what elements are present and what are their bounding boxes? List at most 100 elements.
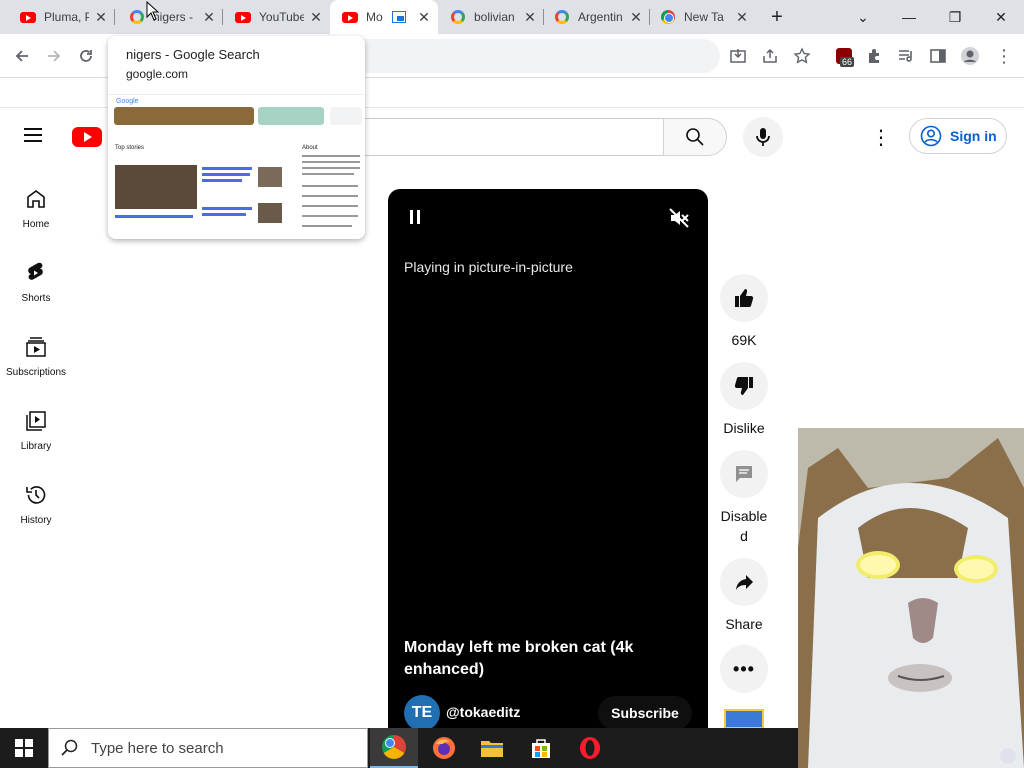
- thumbs-up-icon: [735, 289, 754, 307]
- taskbar-search-box[interactable]: Type here to search: [48, 728, 368, 768]
- browser-tab[interactable]: nigers - ✕: [115, 0, 223, 34]
- share-button[interactable]: [720, 558, 768, 606]
- like-count: 69K: [731, 332, 757, 348]
- chrome-icon: [382, 735, 406, 759]
- browser-tab[interactable]: bolivian ✕: [438, 0, 544, 34]
- youtube-logo[interactable]: [72, 125, 112, 149]
- thumb-google-logo: Google: [116, 98, 139, 105]
- taskbar-chrome[interactable]: [370, 728, 418, 768]
- muted-speaker-icon: [669, 208, 689, 228]
- opera-icon: [580, 737, 600, 759]
- install-app-button[interactable]: [724, 42, 752, 70]
- taskbar-firefox[interactable]: [420, 728, 468, 768]
- side-panel-button[interactable]: [924, 42, 952, 70]
- horizontal-dots-icon: •••: [733, 658, 755, 679]
- hover-card-title: nigers - Google Search: [126, 47, 260, 62]
- more-actions: •••: [720, 645, 768, 693]
- tab-search-button[interactable]: ⌄: [840, 0, 886, 34]
- share-action: Share: [720, 558, 768, 634]
- guide-item-library[interactable]: Library: [0, 405, 72, 469]
- browser-tab[interactable]: Pluma, P ✕: [0, 0, 115, 34]
- comments-button[interactable]: [720, 450, 768, 498]
- share-label: Share: [725, 616, 763, 632]
- thumbs-down-icon: [734, 377, 753, 395]
- browser-tab-active[interactable]: Mo ✕: [330, 0, 438, 34]
- chrome-menu-button[interactable]: ⋮: [990, 42, 1018, 70]
- taskbar-search-placeholder: Type here to search: [91, 739, 224, 757]
- guide-item-subscriptions[interactable]: Subscriptions: [0, 331, 72, 395]
- subscribe-button[interactable]: Subscribe: [598, 696, 692, 729]
- new-tab-button[interactable]: +: [760, 0, 794, 34]
- bookmark-star-button[interactable]: [788, 42, 816, 70]
- history-icon: [26, 486, 46, 504]
- google-favicon-icon: [129, 9, 145, 25]
- tab-title: New Ta: [684, 10, 724, 24]
- profile-button[interactable]: [956, 42, 984, 70]
- extensions-menu-button[interactable]: [860, 42, 888, 70]
- shorts-player[interactable]: Playing in picture-in-picture Monday lef…: [388, 189, 708, 729]
- short-title[interactable]: Monday left me broken cat (4k enhanced): [404, 637, 694, 681]
- voice-search-button[interactable]: [743, 117, 783, 157]
- sign-in-button[interactable]: Sign in: [909, 118, 1007, 154]
- cat-video-frame: [798, 428, 1024, 768]
- more-actions-button[interactable]: •••: [720, 645, 768, 693]
- dislike-button[interactable]: [720, 362, 768, 410]
- guide-label: Library: [20, 441, 52, 452]
- sound-thumbnail[interactable]: [724, 709, 764, 729]
- reload-button[interactable]: [72, 42, 100, 70]
- tab-close-icon[interactable]: ✕: [628, 9, 644, 25]
- share-page-icon: [763, 48, 777, 63]
- search-icon: [61, 739, 78, 756]
- browser-tab[interactable]: YouTube ✕: [223, 0, 330, 34]
- back-arrow-icon: [15, 50, 28, 62]
- restore-button[interactable]: ❐: [932, 0, 978, 34]
- firefox-icon: [433, 737, 455, 759]
- search-button[interactable]: [663, 118, 727, 156]
- media-control-button[interactable]: [892, 42, 920, 70]
- picture-in-picture-window[interactable]: [798, 428, 1024, 768]
- share-page-button[interactable]: [756, 42, 784, 70]
- channel-avatar[interactable]: TE: [404, 695, 440, 729]
- taskbar-microsoft-store[interactable]: [517, 728, 565, 768]
- mute-button[interactable]: [668, 207, 690, 229]
- tab-hover-card: nigers - Google Search google.com Google…: [108, 36, 365, 239]
- browser-tab[interactable]: New Ta ✕: [650, 0, 756, 34]
- forward-arrow-icon: [48, 50, 61, 62]
- tab-title: Pluma, P: [44, 10, 89, 24]
- pip-status-text: Playing in picture-in-picture: [404, 259, 573, 275]
- account-circle-icon: [920, 125, 942, 147]
- channel-name[interactable]: @tokaeditz: [446, 704, 520, 720]
- pause-button[interactable]: [408, 209, 424, 227]
- close-window-button[interactable]: ✕: [978, 0, 1024, 34]
- chrome-favicon-icon: [660, 9, 676, 25]
- tab-close-icon[interactable]: ✕: [734, 9, 750, 25]
- install-icon: [730, 49, 746, 63]
- tab-close-icon[interactable]: ✕: [93, 9, 109, 25]
- home-icon: [27, 190, 45, 208]
- extension-button[interactable]: 66: [830, 42, 858, 70]
- subscriptions-icon: [26, 337, 46, 357]
- sign-in-label: Sign in: [950, 128, 997, 144]
- tab-close-icon[interactable]: ✕: [416, 9, 432, 25]
- guide-item-history[interactable]: History: [0, 479, 72, 543]
- comments-disabled-label: Disable d: [720, 508, 768, 544]
- forward-button[interactable]: [40, 42, 68, 70]
- guide-item-home[interactable]: Home: [0, 183, 72, 247]
- tab-close-icon[interactable]: ✕: [522, 9, 538, 25]
- tab-close-icon[interactable]: ✕: [201, 9, 217, 25]
- guide-menu-button[interactable]: [22, 126, 46, 146]
- back-button[interactable]: [8, 42, 36, 70]
- guide-item-shorts[interactable]: Shorts: [0, 257, 72, 321]
- taskbar-file-explorer[interactable]: [468, 728, 516, 768]
- youtube-favicon-icon: [20, 9, 36, 25]
- browser-tab[interactable]: Argentin ✕: [544, 0, 650, 34]
- like-button[interactable]: [720, 274, 768, 322]
- minimize-button[interactable]: —: [886, 0, 932, 34]
- tab-title: bolivian: [474, 10, 515, 24]
- tab-close-icon[interactable]: ✕: [308, 9, 324, 25]
- start-button[interactable]: [0, 728, 48, 768]
- comment-icon: [736, 466, 752, 482]
- search-input[interactable]: [340, 118, 664, 156]
- taskbar-opera[interactable]: [566, 728, 614, 768]
- settings-menu-button[interactable]: ⋮: [866, 122, 896, 152]
